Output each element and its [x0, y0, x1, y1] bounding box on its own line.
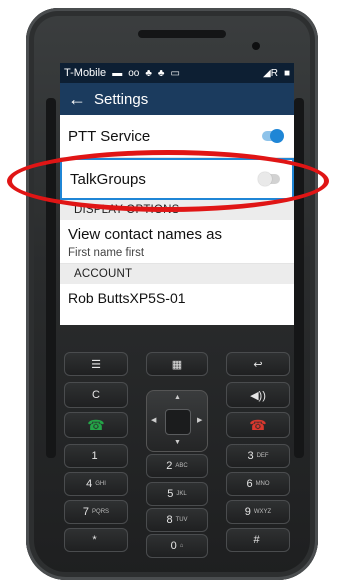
- key-0[interactable]: 0 ⌂: [146, 534, 208, 558]
- view-contact-names-item[interactable]: View contact names as First name first: [60, 220, 294, 264]
- dpad-up-icon: ▲: [174, 394, 181, 401]
- call-icon: ☎: [87, 416, 105, 433]
- view-contact-names-value: First name first: [68, 247, 145, 259]
- dpad[interactable]: ▲ ▼ ◀ ▶: [146, 390, 208, 452]
- clear-key[interactable]: C: [64, 382, 128, 408]
- account-name-item[interactable]: Rob ButtsXP5S-01: [60, 284, 294, 312]
- key-hash[interactable]: #: [226, 528, 290, 552]
- battery-icon: ■: [283, 67, 290, 79]
- account-header: ACCOUNT: [60, 264, 294, 284]
- key-6[interactable]: 6 MNO: [226, 472, 290, 496]
- message-icon: ▬: [112, 67, 123, 79]
- volume-key[interactable]: ◀)): [226, 382, 290, 408]
- end-call-icon: ☎: [249, 416, 267, 433]
- page-title: Settings: [94, 90, 149, 108]
- menu-key[interactable]: ☰: [64, 352, 128, 376]
- end-call-key[interactable]: ☎: [226, 412, 290, 438]
- key-4[interactable]: 4 GHI: [64, 472, 128, 496]
- ptt-service-label: PTT Service: [68, 127, 151, 145]
- key-8[interactable]: 8 TUV: [146, 508, 208, 532]
- left-side-grip: [46, 98, 56, 458]
- earpiece-speaker: [138, 30, 226, 38]
- key-star[interactable]: *: [64, 528, 128, 552]
- android-icon: ♣: [145, 67, 152, 79]
- view-contact-names-label: View contact names as: [68, 226, 222, 243]
- dpad-left-icon: ◀: [151, 417, 157, 424]
- status-bar: T-Mobile ▬ oo ♣ ♣ ▭ ◢R ■: [60, 63, 294, 83]
- carrier-label: T-Mobile: [64, 67, 107, 79]
- grid-key[interactable]: ▦: [146, 352, 208, 376]
- app-bar: ← Settings: [60, 83, 294, 115]
- signal-icon: ◢R: [263, 67, 278, 79]
- call-key[interactable]: ☎: [64, 412, 128, 438]
- dpad-center-button[interactable]: [165, 409, 191, 435]
- key-7[interactable]: 7 PQRS: [64, 500, 128, 524]
- key-9[interactable]: 9 WXYZ: [226, 500, 290, 524]
- annotation-ellipse: [7, 150, 329, 212]
- back-key[interactable]: ↩: [226, 352, 290, 376]
- ptt-service-toggle[interactable]: [262, 129, 284, 143]
- dpad-down-icon: ▼: [174, 439, 181, 446]
- key-2[interactable]: 2 ABC: [146, 454, 208, 478]
- dpad-right-icon: ▶: [197, 417, 203, 424]
- back-arrow-icon[interactable]: ←: [68, 89, 94, 110]
- key-1[interactable]: 1: [64, 444, 128, 468]
- key-3[interactable]: 3 DEF: [226, 444, 290, 468]
- voicemail-icon: oo: [128, 67, 140, 79]
- keypad: ☰ ▦ ↩ C ◀)) ☎ ☎ ▲ ▼ ◀ ▶ 1 2 ABC 3 DEF 4 GHI…: [60, 350, 290, 560]
- key-5[interactable]: 5 JKL: [146, 482, 208, 506]
- right-side-grip: [294, 98, 304, 458]
- android-icon: ♣: [157, 67, 165, 79]
- front-camera: [252, 42, 260, 50]
- image-icon: ▭: [170, 67, 180, 79]
